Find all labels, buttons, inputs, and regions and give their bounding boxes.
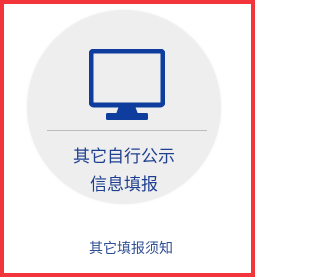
selection-frame: 其它自行公示 信息填报 其它填报须知: [0, 0, 255, 277]
fill-report-card[interactable]: 其它自行公示 信息填报: [27, 10, 221, 204]
card-title-line-1: 其它自行公示: [73, 147, 175, 167]
card-divider: [47, 130, 207, 131]
card-title-line-2: 信息填报: [90, 175, 158, 195]
monitor-icon: [89, 49, 165, 120]
card-title: 其它自行公示 信息填报: [27, 143, 221, 199]
fill-notice-link[interactable]: 其它填报须知: [4, 240, 258, 258]
